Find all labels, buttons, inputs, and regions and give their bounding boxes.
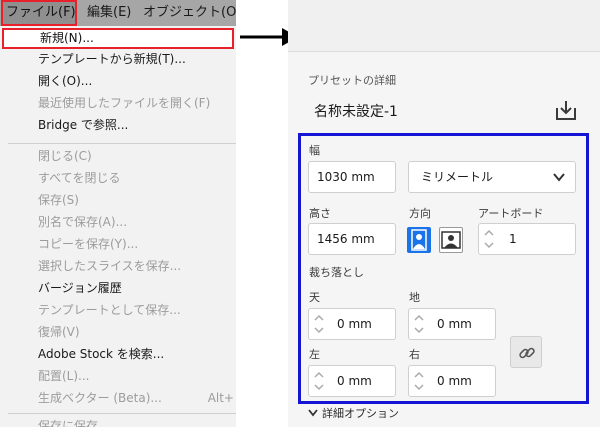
artboard-label: アートボード xyxy=(478,207,544,220)
menu-item-save-as[interactable]: 別名で保存(A)... xyxy=(38,212,127,232)
height-label: 高さ xyxy=(309,207,331,220)
orientation-label: 方向 xyxy=(409,207,431,220)
bleed-right-stepper[interactable]: 0 mm xyxy=(408,365,496,397)
stepper-up-icon[interactable] xyxy=(413,369,425,381)
menu-item-cut-off[interactable]: 保存に保存 xyxy=(38,416,98,427)
menu-item-revert[interactable]: 復帰(V) xyxy=(38,322,80,342)
bleed-left-value: 0 mm xyxy=(337,374,372,388)
panel-header-strip xyxy=(288,0,600,52)
menu-item-new-from-template[interactable]: テンプレートから新規(T)... xyxy=(38,49,186,69)
bleed-right-label: 右 xyxy=(409,348,420,361)
bleed-bottom-value: 0 mm xyxy=(437,317,472,331)
menu-item-open[interactable]: 開く(O)... xyxy=(38,71,92,91)
unit-select[interactable]: ミリメートル xyxy=(408,161,576,193)
menu-item-adobe-stock[interactable]: Adobe Stock を検索... xyxy=(38,344,164,364)
bleed-label: 裁ち落とし xyxy=(309,266,364,279)
orientation-landscape-button[interactable] xyxy=(439,227,463,253)
artboard-value: 1 xyxy=(509,232,517,246)
stepper-arrows xyxy=(309,366,329,396)
stepper-down-icon[interactable] xyxy=(313,381,325,393)
menu-item-new-label: 新規(N)... xyxy=(40,31,94,45)
menu-item-generate-vector[interactable]: 生成ベクター (Beta)... xyxy=(38,388,162,408)
menu-item-save-slices[interactable]: 選択したスライスを保存... xyxy=(38,256,181,276)
stepper-arrows xyxy=(479,224,499,254)
menu-item-browse-bridge[interactable]: Bridge で参照... xyxy=(38,115,128,135)
stepper-down-icon[interactable] xyxy=(483,239,495,251)
chevron-down-icon xyxy=(308,409,318,417)
bleed-top-stepper[interactable]: 0 mm xyxy=(308,308,396,340)
bleed-top-value: 0 mm xyxy=(337,317,372,331)
stepper-arrows xyxy=(409,309,429,339)
width-input[interactable]: 1030 mm xyxy=(308,161,396,193)
preset-name-field[interactable]: 名称未設定-1 xyxy=(314,101,398,121)
menu-separator xyxy=(8,143,236,144)
artboard-stepper[interactable]: 1 xyxy=(478,223,576,255)
stepper-down-icon[interactable] xyxy=(413,324,425,336)
stepper-arrows xyxy=(309,309,329,339)
menu-item-close[interactable]: 閉じる(C) xyxy=(38,146,92,166)
stepper-down-icon[interactable] xyxy=(413,381,425,393)
link-icon xyxy=(519,347,535,359)
height-input[interactable]: 1456 mm xyxy=(308,223,396,255)
stepper-arrows xyxy=(409,366,429,396)
stepper-down-icon[interactable] xyxy=(313,324,325,336)
menu-item-new[interactable]: 新規(N)... xyxy=(2,28,234,49)
bleed-bottom-label: 地 xyxy=(409,291,420,304)
link-bleed-button[interactable] xyxy=(510,336,542,368)
bleed-left-label: 左 xyxy=(309,348,320,361)
width-label: 幅 xyxy=(309,144,320,157)
menu-item-place[interactable]: 配置(L)... xyxy=(38,366,90,386)
menu-item-version-history[interactable]: バージョン履歴 xyxy=(38,278,122,298)
advanced-options-label: 詳細オプション xyxy=(322,407,399,420)
portrait-person-icon xyxy=(411,229,427,251)
menu-item-open-recent[interactable]: 最近使用したファイルを開く(F) xyxy=(38,93,210,113)
chevron-down-icon xyxy=(553,173,565,182)
bleed-left-stepper[interactable]: 0 mm xyxy=(308,365,396,397)
menu-item-save[interactable]: 保存(S) xyxy=(38,190,79,210)
stepper-up-icon[interactable] xyxy=(413,312,425,324)
preset-details-panel: プリセットの詳細 名称未設定-1 幅 1030 mm ミリメートル 高さ 145… xyxy=(288,0,600,427)
file-menu-panel: ファイル(F) 編集(E) オブジェクト(O 新規(N)... テンプレートから… xyxy=(0,0,236,427)
bleed-bottom-stepper[interactable]: 0 mm xyxy=(408,308,496,340)
orientation-portrait-button[interactable] xyxy=(407,227,431,253)
stepper-up-icon[interactable] xyxy=(313,312,325,324)
menubar-file[interactable]: ファイル(F) xyxy=(1,0,77,26)
menubar-object[interactable]: オブジェクト(O xyxy=(143,0,236,26)
menubar-edit[interactable]: 編集(E) xyxy=(87,0,131,26)
menu-item-save-copy[interactable]: コピーを保存(Y)... xyxy=(38,234,138,254)
bleed-right-value: 0 mm xyxy=(437,374,472,388)
menubar: ファイル(F) 編集(E) オブジェクト(O xyxy=(0,0,236,26)
stepper-up-icon[interactable] xyxy=(313,369,325,381)
bleed-top-label: 天 xyxy=(309,291,320,304)
menu-separator xyxy=(8,413,236,414)
save-preset-icon[interactable] xyxy=(555,99,577,121)
preset-section-title: プリセットの詳細 xyxy=(308,74,396,87)
menu-item-save-as-template[interactable]: テンプレートとして保存... xyxy=(38,300,181,320)
menu-item-close-all[interactable]: すべてを閉じる xyxy=(38,168,120,188)
unit-select-value: ミリメートル xyxy=(421,170,494,184)
landscape-person-icon xyxy=(441,231,461,249)
stepper-up-icon[interactable] xyxy=(483,227,495,239)
menu-shortcut-generate-vector: Alt+ xyxy=(207,391,234,405)
